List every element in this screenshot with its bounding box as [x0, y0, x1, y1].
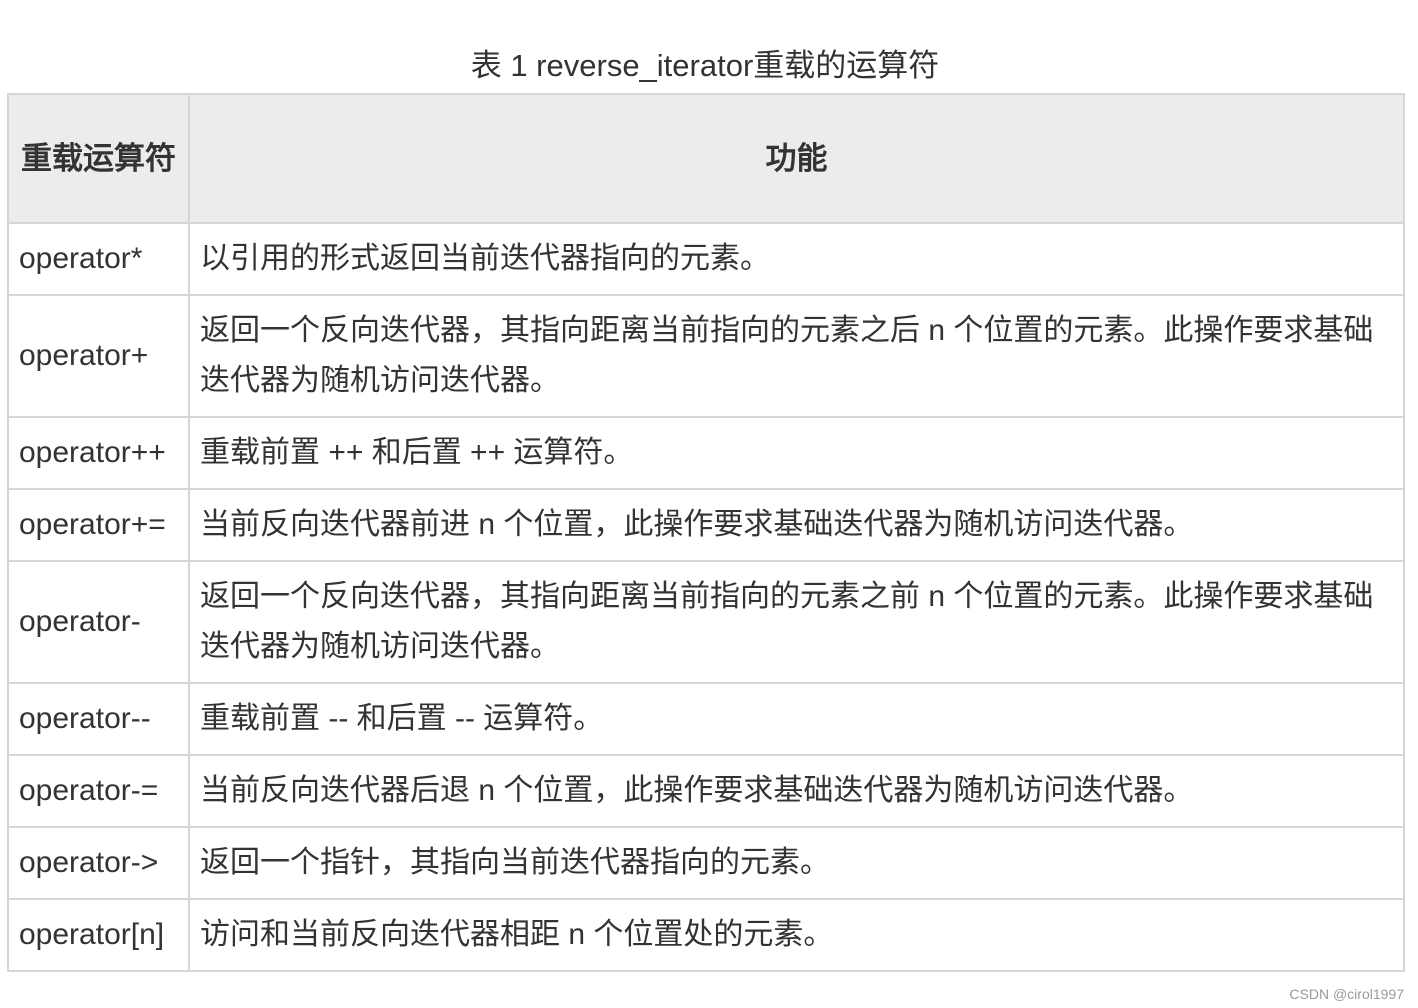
table-row: operator-= 当前反向迭代器后退 n 个位置，此操作要求基础迭代器为随机… — [7, 754, 1405, 828]
operator-cell: operator-> — [7, 826, 190, 900]
operator-cell: operator+= — [7, 488, 190, 562]
operator-cell: operator- — [7, 560, 190, 684]
function-cell: 返回一个反向迭代器，其指向距离当前指向的元素之后 n 个位置的元素。此操作要求基… — [188, 294, 1405, 418]
table-header-row: 重载运算符 功能 — [7, 93, 1405, 224]
operator-cell: operator-= — [7, 754, 190, 828]
function-cell: 返回一个指针，其指向当前迭代器指向的元素。 — [188, 826, 1405, 900]
function-cell: 当前反向迭代器后退 n 个位置，此操作要求基础迭代器为随机访问迭代器。 — [188, 754, 1405, 828]
table-row: operator- 返回一个反向迭代器，其指向距离当前指向的元素之前 n 个位置… — [7, 560, 1405, 684]
table-row: operator++ 重载前置 ++ 和后置 ++ 运算符。 — [7, 416, 1405, 490]
watermark: CSDN @cirol1997 — [1289, 986, 1404, 1002]
table-row: operator+ 返回一个反向迭代器，其指向距离当前指向的元素之后 n 个位置… — [7, 294, 1405, 418]
operator-cell: operator+ — [7, 294, 190, 418]
function-cell: 重载前置 ++ 和后置 ++ 运算符。 — [188, 416, 1405, 490]
table-row: operator-> 返回一个指针，其指向当前迭代器指向的元素。 — [7, 826, 1405, 900]
table-row: operator[n] 访问和当前反向迭代器相距 n 个位置处的元素。 — [7, 898, 1405, 972]
operator-cell: operator[n] — [7, 898, 190, 972]
table-row: operator* 以引用的形式返回当前迭代器指向的元素。 — [7, 222, 1405, 296]
table-caption: 表 1 reverse_iterator重载的运算符 — [470, 48, 940, 83]
function-cell: 访问和当前反向迭代器相距 n 个位置处的元素。 — [188, 898, 1405, 972]
function-cell: 重载前置 -- 和后置 -- 运算符。 — [188, 682, 1405, 756]
function-cell: 当前反向迭代器前进 n 个位置，此操作要求基础迭代器为随机访问迭代器。 — [188, 488, 1405, 562]
function-cell: 以引用的形式返回当前迭代器指向的元素。 — [188, 222, 1405, 296]
header-function: 功能 — [188, 93, 1405, 224]
table-row: operator-- 重载前置 -- 和后置 -- 运算符。 — [7, 682, 1405, 756]
table-row: operator+= 当前反向迭代器前进 n 个位置，此操作要求基础迭代器为随机… — [7, 488, 1405, 562]
operator-cell: operator* — [7, 222, 190, 296]
operator-table: 重载运算符 功能 operator* 以引用的形式返回当前迭代器指向的元素。 o… — [7, 93, 1405, 972]
function-cell: 返回一个反向迭代器，其指向距离当前指向的元素之前 n 个位置的元素。此操作要求基… — [188, 560, 1405, 684]
operator-cell: operator-- — [7, 682, 190, 756]
header-operator: 重载运算符 — [7, 93, 190, 224]
operator-cell: operator++ — [7, 416, 190, 490]
